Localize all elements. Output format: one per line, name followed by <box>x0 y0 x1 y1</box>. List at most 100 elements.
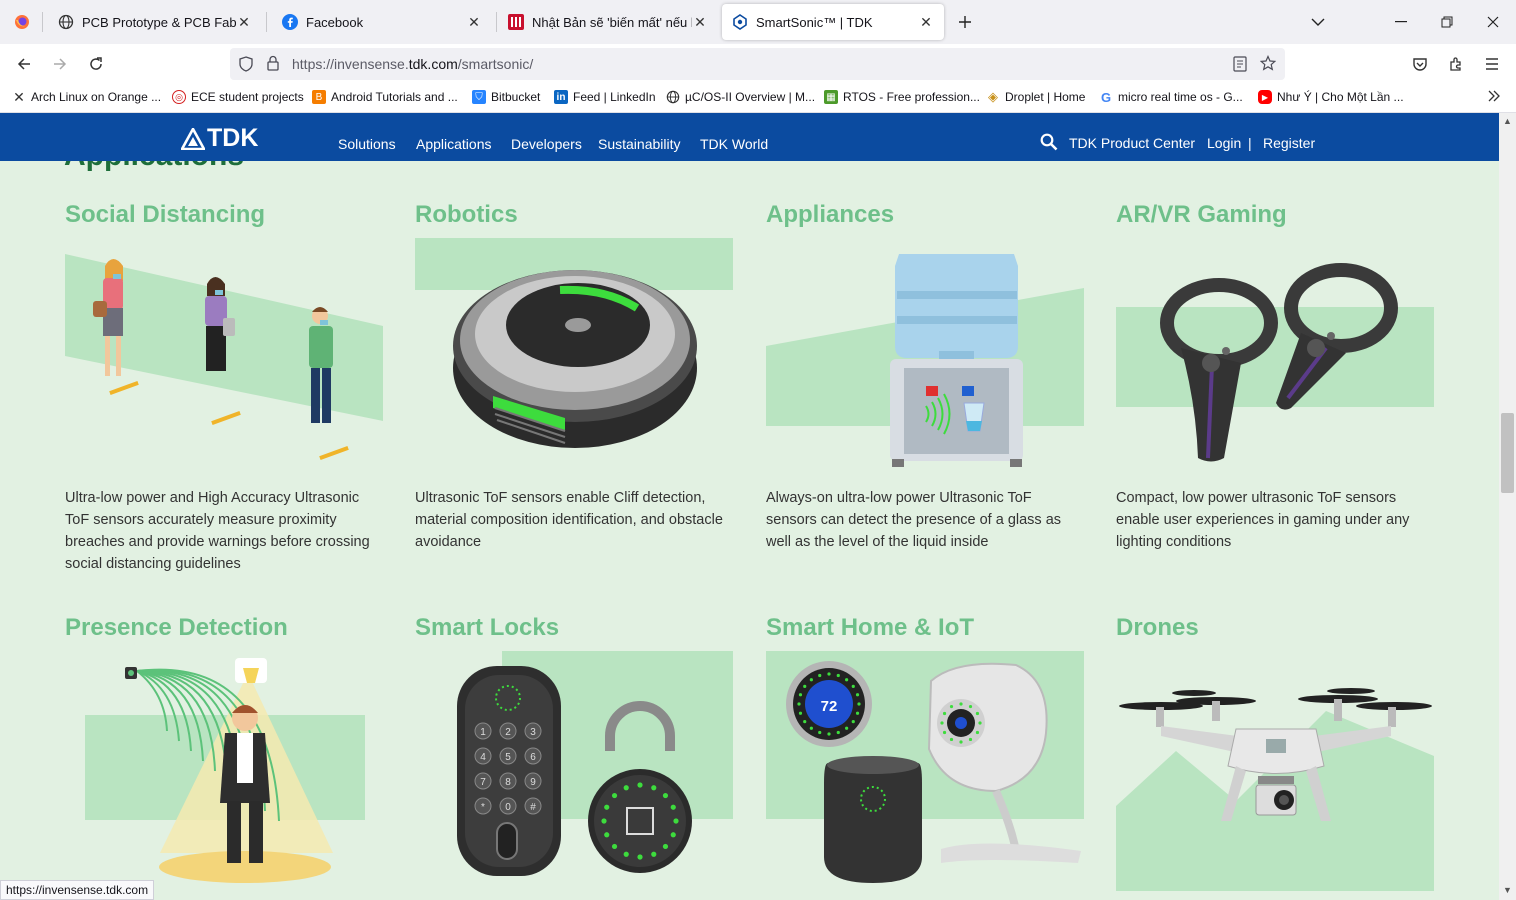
led-dot <box>968 704 973 709</box>
robot-vacuum-illustration <box>415 238 733 448</box>
card-title[interactable]: Social Distancing <box>65 201 265 229</box>
nav-solutions[interactable]: Solutions <box>338 136 396 152</box>
card-description: Always-on ultra-low power Ultrasonic ToF… <box>766 490 1062 550</box>
led-dot <box>651 851 657 857</box>
address-bar[interactable]: https://invensense.tdk.com/smartsonic/ <box>230 48 1285 80</box>
led-dot <box>845 678 849 682</box>
led-dot <box>601 818 607 824</box>
minimize-button[interactable] <box>1378 0 1424 44</box>
tab-facebook[interactable]: Facebook ✕ <box>272 4 492 40</box>
register-link[interactable]: Register <box>1263 135 1315 151</box>
tab-smartsonic[interactable]: SmartSonic™ | TDK ✕ <box>722 4 944 40</box>
more-bookmarks-chevron-icon[interactable] <box>1487 89 1501 103</box>
nav-applications[interactable]: Applications <box>416 136 492 152</box>
blogger-icon: B <box>312 90 326 104</box>
keypad-label: 3 <box>530 727 536 738</box>
close-icon[interactable]: ✕ <box>692 14 708 31</box>
led-dot <box>604 832 610 838</box>
bookmark-star-icon[interactable] <box>1259 55 1277 76</box>
led-dot <box>845 726 849 730</box>
bookmark-arch[interactable]: ✕ Arch Linux on Orange ... <box>12 88 161 105</box>
hamburger-menu-icon[interactable] <box>1478 50 1506 78</box>
card-title[interactable]: Robotics <box>415 201 518 229</box>
reader-view-icon[interactable] <box>1233 56 1247 77</box>
drone-illustration <box>1116 688 1434 891</box>
url-text: https://invensense.tdk.com/smartsonic/ <box>292 56 534 72</box>
water-dispenser-illustration <box>766 254 1084 467</box>
card-title[interactable]: Appliances <box>766 201 894 229</box>
product-center-link[interactable]: TDK Product Center <box>1069 135 1195 151</box>
card-title[interactable]: Presence Detection <box>65 614 288 642</box>
applications-section: Applications Social Distancing Robotics … <box>0 161 1499 900</box>
page-scrollbar[interactable]: ▲ ▼ <box>1499 113 1516 900</box>
led-dot <box>662 792 669 799</box>
led-dot <box>637 782 643 788</box>
keypad-label: 9 <box>530 777 536 788</box>
led-dot <box>670 804 676 810</box>
card-title[interactable]: Smart Home & IoT <box>766 614 974 642</box>
pocket-icon[interactable] <box>1406 50 1434 78</box>
tab-news[interactable]: Nhật Bản sẽ 'biến mất' nếu khô ✕ <box>498 4 718 40</box>
presence-detection-illustration <box>85 658 365 883</box>
lock-icon[interactable] <box>266 55 280 76</box>
shield-icon[interactable] <box>238 56 254 77</box>
close-icon[interactable]: ✕ <box>918 14 934 31</box>
back-arrow-icon[interactable] <box>10 50 38 78</box>
bookmark-ece[interactable]: ◎ ECE student projects <box>172 90 304 104</box>
card-title[interactable]: Smart Locks <box>415 614 559 642</box>
bookmark-linkedin[interactable]: in Feed | LinkedIn <box>554 90 656 104</box>
globe-icon <box>666 90 680 104</box>
bookmark-label: ECE student projects <box>191 90 304 104</box>
bookmark-label: Như Ý | Cho Một Lần ... <box>1277 90 1404 104</box>
led-dot <box>836 730 840 735</box>
led-dot <box>851 684 855 688</box>
card-title[interactable]: AR/VR Gaming <box>1116 201 1287 229</box>
close-icon[interactable]: ✕ <box>236 14 252 31</box>
close-window-button[interactable] <box>1470 0 1516 44</box>
news-icon <box>508 14 524 30</box>
bookmark-rtos[interactable]: ▦ RTOS - Free profession... <box>824 90 980 104</box>
led-dot <box>809 678 813 682</box>
scrollbar-thumb[interactable] <box>1501 413 1514 493</box>
led-dot <box>975 711 980 716</box>
list-tabs-chevron-icon[interactable] <box>1295 0 1341 44</box>
reload-icon[interactable] <box>82 50 110 78</box>
tab-pcb[interactable]: PCB Prototype & PCB Fabricatio ✕ <box>48 4 262 40</box>
firefox-menu[interactable] <box>4 4 40 40</box>
led-dot <box>623 785 629 791</box>
led-dot <box>803 720 807 724</box>
led-dot <box>857 702 861 706</box>
search-icon[interactable] <box>1040 133 1058 154</box>
restore-button[interactable] <box>1424 0 1470 44</box>
close-icon[interactable]: ✕ <box>466 14 482 31</box>
forward-arrow-icon[interactable] <box>46 50 74 78</box>
tdk-logo[interactable]: TDK <box>181 124 258 153</box>
scroll-up-chevron-icon[interactable]: ▲ <box>1503 116 1512 126</box>
led-dot <box>855 711 860 715</box>
bookmark-google[interactable]: Gmicro real time os - G... <box>1099 90 1243 105</box>
led-dot <box>942 711 947 716</box>
tab-title: SmartSonic™ | TDK <box>756 14 873 30</box>
led-dot <box>623 851 629 857</box>
led-dot <box>827 732 831 736</box>
tdk-logo-icon <box>181 127 205 150</box>
bookmark-ucos[interactable]: µC/OS-II Overview | M... <box>666 90 815 104</box>
bookmark-label: Droplet | Home <box>1005 90 1086 104</box>
card-title[interactable]: Drones <box>1116 614 1199 642</box>
scroll-down-chevron-icon[interactable]: ▼ <box>1503 885 1512 895</box>
new-tab-button[interactable] <box>942 0 988 44</box>
firefox-icon <box>14 14 30 30</box>
extensions-icon[interactable] <box>1442 50 1470 78</box>
bookmark-bitbucket[interactable]: ⛉ Bitbucket <box>472 90 540 104</box>
nav-tdk-world[interactable]: TDK World <box>700 136 768 152</box>
bookmark-android[interactable]: B Android Tutorials and ... <box>312 90 458 104</box>
bookmark-youtube[interactable]: ▶ Như Ý | Cho Một Lần ... <box>1258 90 1404 104</box>
site-header: TDK Solutions Applications Developers Su… <box>0 113 1499 161</box>
bookmark-droplet[interactable]: ◈ Droplet | Home <box>986 89 1086 104</box>
nav-developers[interactable]: Developers <box>511 136 582 152</box>
tools-icon: ✕ <box>13 88 25 105</box>
login-link[interactable]: Login <box>1207 135 1241 151</box>
bookmark-label: Android Tutorials and ... <box>331 90 458 104</box>
nav-sustainability[interactable]: Sustainability <box>598 136 681 152</box>
led-dot <box>975 730 980 735</box>
